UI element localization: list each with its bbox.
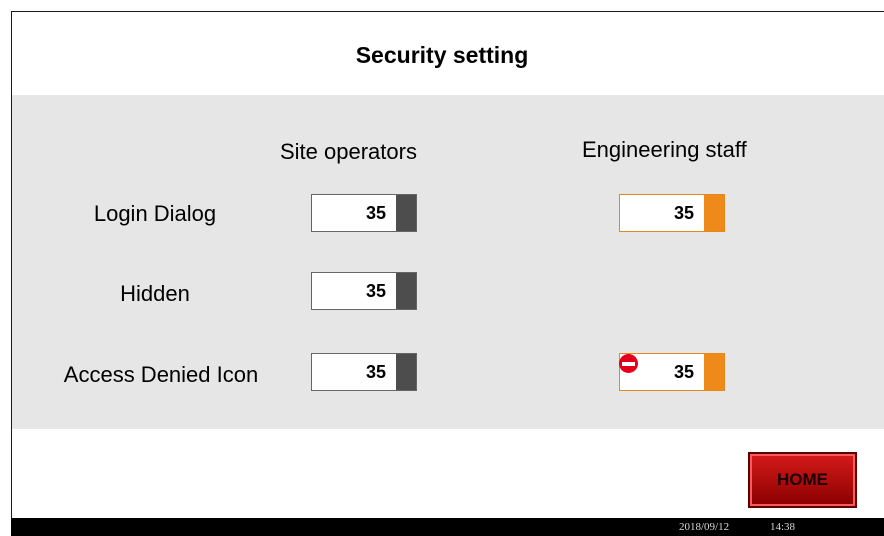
- access-denied-site-operators-value: 35: [365, 362, 386, 382]
- field-tab: [396, 354, 416, 390]
- row-label-access-denied-icon: Access Denied Icon: [63, 362, 259, 387]
- field-tab: [704, 195, 724, 231]
- login-dialog-site-operators-field[interactable]: 35: [311, 194, 417, 232]
- field-tab: [704, 354, 724, 390]
- column-header-site-operators: Site operators: [280, 139, 417, 164]
- access-denied-icon: [619, 354, 638, 373]
- access-denied-engineering-staff-value: 35: [673, 362, 694, 382]
- hidden-site-operators-value: 35: [365, 281, 386, 301]
- column-header-engineering-staff: Engineering staff: [582, 137, 747, 162]
- login-dialog-engineering-staff-field[interactable]: 35: [619, 194, 725, 232]
- field-tab: [396, 273, 416, 309]
- status-time: 14:38: [770, 521, 796, 533]
- page-title: Security setting: [355, 42, 529, 68]
- login-dialog-site-operators-value: 35: [365, 203, 386, 223]
- access-denied-engineering-staff-field[interactable]: 35: [619, 353, 725, 391]
- field-tab: [396, 195, 416, 231]
- row-label-login-dialog: Login Dialog: [93, 201, 217, 226]
- access-denied-site-operators-field[interactable]: 35: [311, 353, 417, 391]
- status-date: 2018/09/12: [679, 521, 730, 533]
- hidden-site-operators-field[interactable]: 35: [311, 272, 417, 310]
- login-dialog-engineering-staff-value: 35: [673, 203, 694, 223]
- row-label-hidden: Hidden: [120, 281, 190, 306]
- status-bar: 2018/09/12 14:38: [11, 518, 884, 536]
- home-button[interactable]: HOME: [748, 452, 857, 508]
